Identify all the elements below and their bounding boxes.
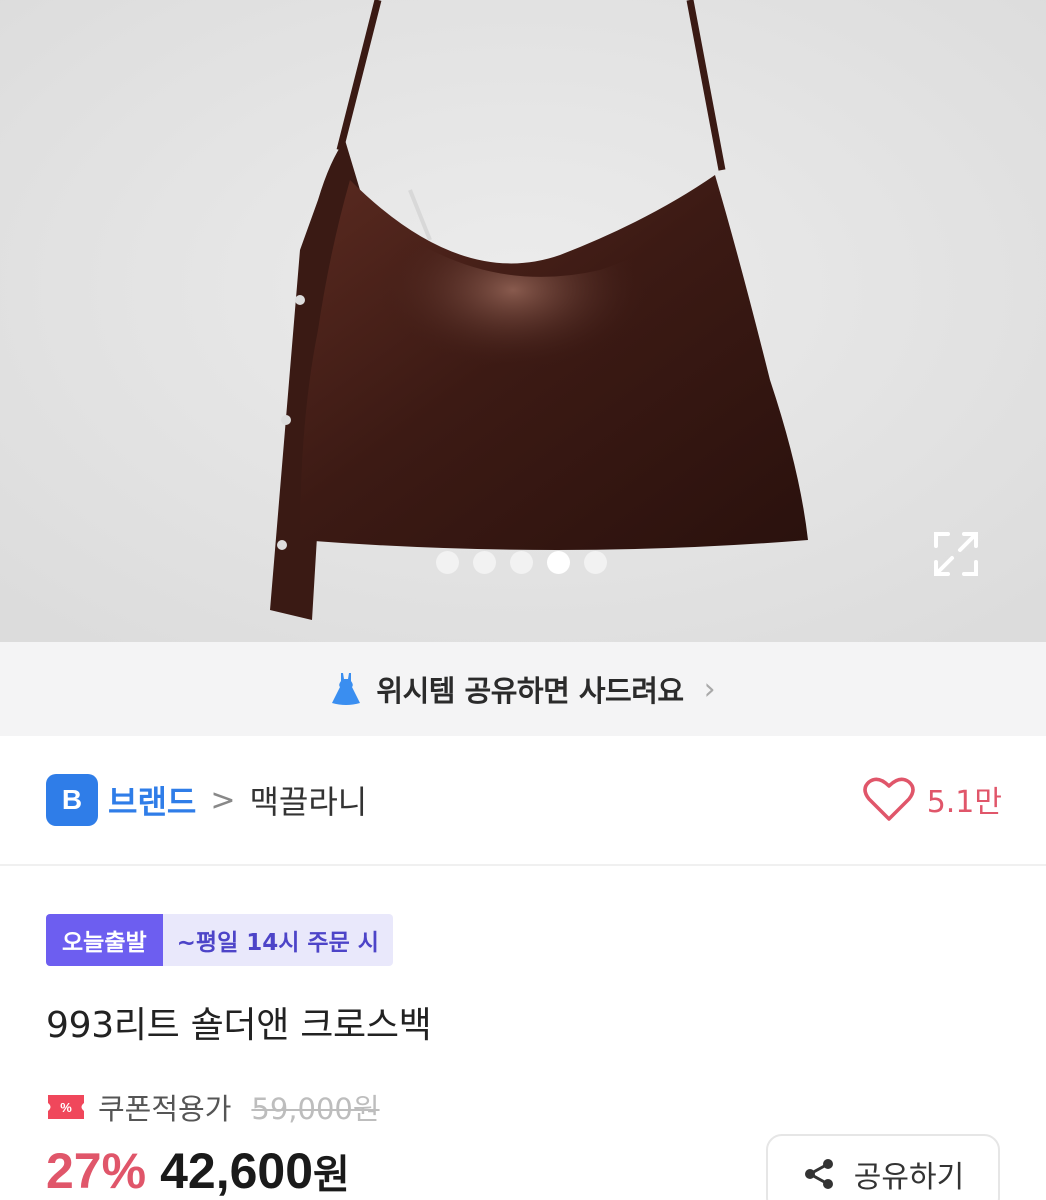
share-button-label: 공유하기 — [853, 1160, 965, 1195]
share-button[interactable]: 공유하기 — [766, 1134, 1000, 1200]
carousel-indicator — [436, 551, 607, 574]
coupon-price-row: % 쿠폰적용가 59,000원 — [46, 1086, 380, 1128]
carousel-dot-active[interactable] — [547, 551, 570, 574]
chevron-right-icon: › — [703, 671, 716, 707]
dress-icon — [332, 673, 361, 705]
discount-rate: 27% — [46, 1143, 147, 1199]
carousel-dot[interactable] — [436, 551, 459, 574]
like-count: 5.1만 — [926, 785, 1002, 820]
carousel-dot[interactable] — [510, 551, 533, 574]
brand-name-link[interactable]: 맥끌라니 — [249, 777, 367, 823]
brand-badge-icon: B — [46, 774, 98, 826]
coupon-icon: % — [48, 1095, 84, 1119]
final-price-row: 27% 42,600원 — [46, 1142, 350, 1200]
wish-banner-text: 위시템 공유하면 사드려요 — [376, 674, 684, 708]
product-image-carousel[interactable] — [0, 0, 1046, 642]
product-title: 993리트 숄더앤 크로스백 — [46, 1005, 432, 1046]
like-button[interactable]: 5.1만 — [862, 776, 1002, 822]
wish-share-banner[interactable]: 위시템 공유하면 사드려요 › — [0, 642, 1046, 736]
carousel-dot[interactable] — [584, 551, 607, 574]
product-photo — [0, 0, 1046, 642]
shipping-badge-group: 오늘출발 ~평일 14시 주문 시 — [46, 914, 393, 966]
coupon-label: 쿠폰적용가 — [98, 1092, 232, 1126]
heart-icon — [862, 777, 915, 821]
shipping-condition: ~평일 14시 주문 시 — [162, 914, 393, 966]
carousel-dot[interactable] — [473, 551, 496, 574]
breadcrumb-separator: > — [210, 782, 236, 818]
share-icon — [804, 1159, 833, 1189]
brand-row: B 브랜드 > 맥끌라니 5.1만 — [0, 736, 1046, 866]
final-price: 42,600 — [160, 1143, 314, 1199]
today-shipping-badge: 오늘출발 — [46, 914, 163, 966]
brand-label[interactable]: 브랜드 — [108, 777, 196, 823]
original-price: 59,000원 — [251, 1092, 380, 1126]
svg-text:%: % — [60, 1100, 72, 1115]
expand-icon[interactable] — [930, 528, 982, 580]
currency-unit: 원 — [313, 1152, 350, 1198]
